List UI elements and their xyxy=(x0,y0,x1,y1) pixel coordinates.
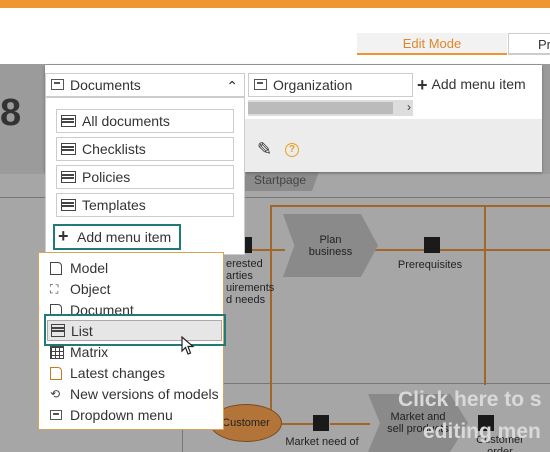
menu-icon xyxy=(51,79,64,90)
flow-arrow xyxy=(282,423,314,425)
flow-arrow xyxy=(330,423,370,425)
submenu-item-label: Latest changes xyxy=(70,365,165,381)
flow-arrow xyxy=(270,205,272,435)
add-menu-item-button[interactable]: + Add menu item xyxy=(53,224,181,250)
plus-icon: + xyxy=(417,75,428,95)
prerequisites-event[interactable] xyxy=(424,237,440,253)
dropdown-item-all-documents[interactable]: All documents xyxy=(56,109,234,133)
submenu-item-label: Object xyxy=(70,281,111,297)
scroll-right-icon[interactable]: › xyxy=(407,100,411,114)
help-icon[interactable]: ? xyxy=(285,143,299,157)
tab-preview[interactable]: Pr xyxy=(508,33,550,55)
submenu-item-document[interactable]: Document xyxy=(47,300,222,314)
dropdown-item-checklists[interactable]: Checklists xyxy=(56,137,234,161)
top-accent-bar xyxy=(0,0,550,8)
pencil-icon[interactable]: ✎ xyxy=(257,139,272,160)
dropdown-menu-icon xyxy=(50,410,62,420)
submenu-item-object[interactable]: ⛶ Object xyxy=(47,279,222,300)
plan-business-label: Plan business xyxy=(308,233,353,258)
history-icon: ⟲ xyxy=(50,387,61,401)
chevron-up-icon[interactable]: ⌃ xyxy=(226,75,238,97)
plan-business-node[interactable]: Plan business xyxy=(283,214,378,277)
dropdown-item-policies[interactable]: Policies xyxy=(56,165,234,189)
dropdown-item-templates[interactable]: Templates xyxy=(56,193,234,217)
latest-changes-icon xyxy=(50,367,62,380)
market-need-label: Market need of xyxy=(285,436,359,448)
submenu-item-model[interactable]: Model xyxy=(47,258,222,279)
flow-arrow xyxy=(250,249,285,251)
menu-icon xyxy=(254,79,267,90)
submenu-item-label: New versions of models xyxy=(70,386,219,402)
page-icon xyxy=(50,262,62,275)
submenu-item-label: Model xyxy=(70,260,109,276)
interested-parties-label: erested arties uirements d needs xyxy=(226,258,275,306)
market-need-event[interactable] xyxy=(313,415,329,431)
flow-arrow xyxy=(484,205,486,385)
documents-menu-label: Documents xyxy=(70,77,141,93)
page-icon xyxy=(50,304,62,314)
submenu-item-label: Document xyxy=(70,302,134,314)
add-menu-item-button-top[interactable]: + Add menu item xyxy=(417,75,526,96)
dropdown-item-label: Templates xyxy=(82,197,146,213)
prerequisites-label: Prerequisites xyxy=(397,259,463,271)
list-icon xyxy=(61,115,76,127)
edit-hint-line2[interactable]: editing men xyxy=(423,420,541,444)
list-icon xyxy=(61,171,76,183)
lane-divider xyxy=(182,383,550,384)
objects-icon: ⛶ xyxy=(50,282,59,296)
horizontal-scrollbar[interactable]: › xyxy=(248,100,413,116)
add-menu-item-label: Add menu item xyxy=(431,76,526,92)
submenu-item-latest-changes[interactable]: Latest changes xyxy=(47,363,222,384)
tab-edit-mode[interactable]: Edit Mode xyxy=(357,33,507,55)
dropdown-item-label: Checklists xyxy=(82,141,146,157)
startpage-tab[interactable]: Startpage xyxy=(240,169,320,191)
organization-menu-label: Organization xyxy=(273,77,353,93)
page-title-number: 8 xyxy=(0,92,22,134)
list-icon xyxy=(61,199,76,211)
submenu-item-dropdown-menu[interactable]: Dropdown menu xyxy=(47,405,222,426)
list-icon xyxy=(61,143,76,155)
grid-icon xyxy=(50,346,64,359)
flow-arrow xyxy=(270,205,550,207)
submenu-item-label: Matrix xyxy=(70,344,109,360)
organization-menu-header[interactable]: Organization xyxy=(248,73,413,97)
dropdown-item-label: All documents xyxy=(82,113,170,129)
mouse-cursor-icon xyxy=(181,336,195,355)
scrollbar-thumb[interactable] xyxy=(248,102,393,114)
plus-icon: + xyxy=(58,226,69,246)
add-menu-item-label: Add menu item xyxy=(77,229,172,245)
edit-hint-line1[interactable]: Click here to s xyxy=(398,388,542,412)
customer-label: Customer xyxy=(222,417,270,429)
list-item-highlight-frame xyxy=(44,314,226,346)
flow-arrow xyxy=(375,249,425,251)
documents-menu-header[interactable]: Documents ⌃ xyxy=(45,73,245,97)
submenu-item-label: Dropdown menu xyxy=(70,407,173,423)
submenu-item-new-versions[interactable]: ⟲ New versions of models xyxy=(47,384,222,405)
flow-arrow xyxy=(440,249,550,251)
dropdown-item-label: Policies xyxy=(82,169,131,185)
header-bar: Edit Mode Pr xyxy=(0,8,550,64)
